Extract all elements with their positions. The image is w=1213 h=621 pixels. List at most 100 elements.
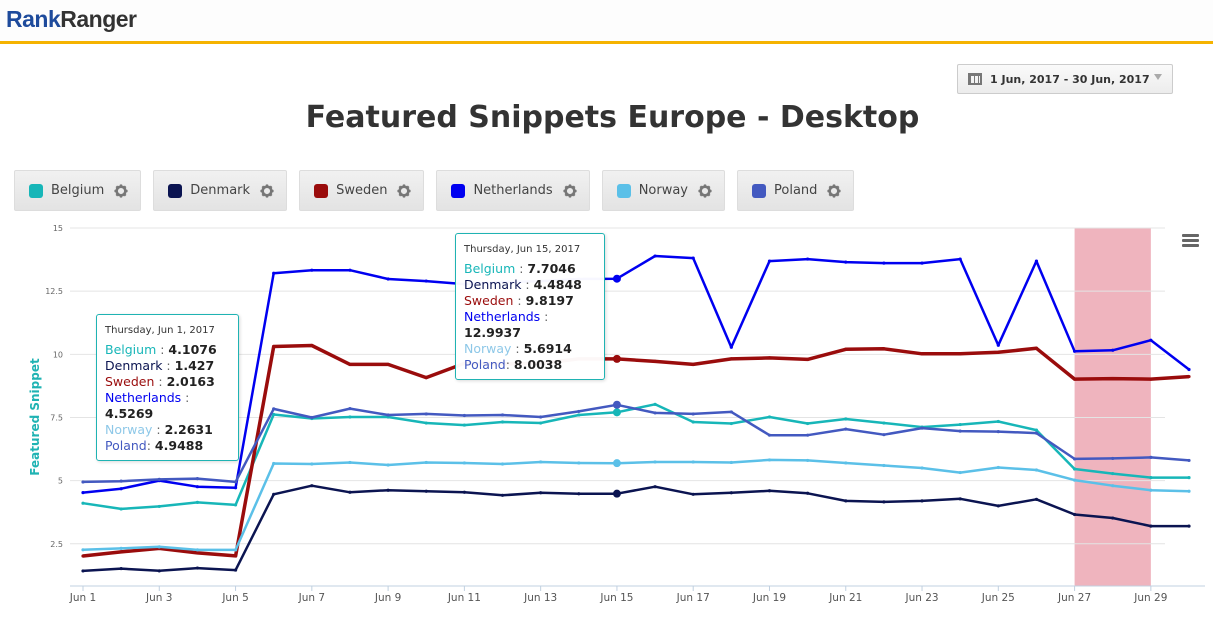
data-point-sweden	[920, 352, 924, 356]
data-point-norway	[424, 460, 428, 465]
legend-item-norway[interactable]: Norway	[601, 170, 726, 211]
data-point-netherlands	[233, 486, 238, 490]
data-point-norway	[81, 548, 85, 552]
tooltip-sep: :	[146, 438, 155, 453]
data-point-norway	[806, 458, 810, 463]
data-point-belgium	[539, 421, 543, 425]
data-point-sweden	[386, 362, 390, 367]
gear-icon[interactable]	[397, 183, 411, 198]
data-point-norway	[958, 470, 962, 475]
data-point-belgium	[958, 422, 962, 427]
data-point-poland	[1111, 456, 1115, 461]
data-point-norway	[691, 460, 695, 464]
tooltip-sep: :	[515, 261, 528, 276]
data-point-norway	[348, 460, 352, 465]
data-point-belgium	[424, 421, 428, 425]
data-point-poland	[233, 480, 238, 484]
data-point-sweden	[996, 350, 1000, 354]
tooltip-value: 4.4848	[533, 277, 582, 292]
data-point-denmark	[691, 492, 695, 496]
data-point-norway	[386, 463, 390, 467]
logo-rank: Rank	[6, 6, 61, 32]
data-point-poland	[958, 429, 962, 433]
tooltip-row: Denmark : 1.427	[105, 358, 230, 374]
data-point-belgium	[462, 423, 466, 427]
y-tick-label: 7.5	[50, 413, 63, 422]
data-point-norway	[729, 460, 733, 465]
legend-item-sweden[interactable]: Sweden	[299, 170, 425, 211]
data-point-belgium	[500, 420, 505, 424]
data-point-norway	[233, 548, 238, 552]
data-point-denmark	[1187, 524, 1191, 528]
data-point-denmark	[729, 491, 733, 495]
logo-ranger: Ranger	[60, 6, 137, 32]
data-point-denmark	[348, 490, 352, 494]
data-point-denmark	[612, 489, 621, 498]
tooltip-series-label: Netherlands	[464, 309, 541, 324]
data-point-norway	[195, 548, 200, 552]
data-point-denmark	[81, 569, 85, 573]
data-point-sweden	[233, 554, 238, 558]
tooltip-date: Thursday, Jun 15, 2017	[464, 244, 581, 255]
legend-item-denmark[interactable]: Denmark	[153, 170, 288, 211]
data-point-belgium	[348, 415, 352, 419]
data-point-norway	[462, 461, 466, 465]
tooltip-row: Norway : 5.6914	[464, 341, 596, 357]
x-tick-label: Jun 11	[447, 592, 481, 604]
color-swatch	[451, 183, 466, 198]
x-tick-label: Jun 3	[145, 592, 172, 604]
tooltip-row: Sweden : 9.8197	[464, 293, 596, 309]
data-point-denmark	[1072, 512, 1077, 517]
data-point-denmark	[920, 499, 924, 503]
calendar-icon	[968, 73, 982, 85]
data-point-netherlands	[612, 274, 621, 283]
tooltip-sep: :	[540, 309, 549, 324]
x-tick-label: Jun 23	[904, 592, 938, 604]
tooltip-row: Sweden : 2.0163	[105, 374, 230, 390]
chevron-down-icon	[1154, 74, 1162, 80]
tooltip-value: 2.0163	[166, 374, 215, 389]
data-point-sweden	[729, 357, 733, 361]
gear-icon[interactable]	[114, 183, 128, 198]
data-point-sweden	[1034, 346, 1039, 350]
data-point-norway	[1072, 478, 1077, 482]
x-tick-label: Jun 29	[1133, 592, 1167, 604]
data-point-poland	[996, 430, 1000, 434]
data-point-denmark	[806, 491, 810, 495]
data-point-sweden	[1111, 376, 1115, 381]
gear-icon[interactable]	[827, 183, 841, 198]
data-point-netherlands	[310, 268, 314, 272]
date-range-picker[interactable]: 1 Jun, 2017 - 30 Jun, 2017	[957, 64, 1173, 94]
data-point-belgium	[882, 421, 886, 425]
color-swatch	[29, 183, 43, 198]
data-point-sweden	[882, 347, 886, 351]
data-point-belgium	[729, 421, 733, 426]
data-point-belgium	[1187, 476, 1191, 480]
data-point-norway	[653, 460, 657, 464]
gear-icon[interactable]	[260, 183, 274, 198]
data-point-sweden	[612, 354, 621, 363]
data-point-sweden	[844, 347, 848, 351]
data-point-denmark	[119, 566, 123, 571]
data-point-poland	[882, 433, 886, 437]
data-point-belgium	[691, 420, 695, 424]
data-point-poland	[348, 407, 352, 411]
data-point-netherlands	[1072, 349, 1077, 353]
data-point-netherlands	[1111, 348, 1115, 352]
tooltip: Thursday, Jun 1, 2017 Belgium : 4.1076 Den…	[96, 314, 239, 461]
data-point-denmark	[882, 500, 886, 504]
legend-item-belgium[interactable]: Belgium	[14, 170, 142, 211]
legend-item-poland[interactable]: Poland	[737, 170, 855, 211]
data-point-denmark	[653, 485, 657, 489]
gear-icon[interactable]	[563, 183, 577, 198]
tooltip-date: Thursday, Jun 1, 2017	[105, 325, 215, 336]
legend-item-netherlands[interactable]: Netherlands	[436, 170, 590, 211]
data-point-poland	[691, 412, 695, 416]
data-point-netherlands	[767, 259, 772, 263]
rank-ranger-logo[interactable]: RankRanger	[6, 6, 137, 33]
gear-icon[interactable]	[698, 183, 712, 198]
x-tick-label: Jun 7	[298, 592, 325, 604]
data-point-poland	[1187, 458, 1191, 463]
data-point-denmark	[996, 504, 1000, 508]
data-point-belgium	[233, 503, 238, 507]
